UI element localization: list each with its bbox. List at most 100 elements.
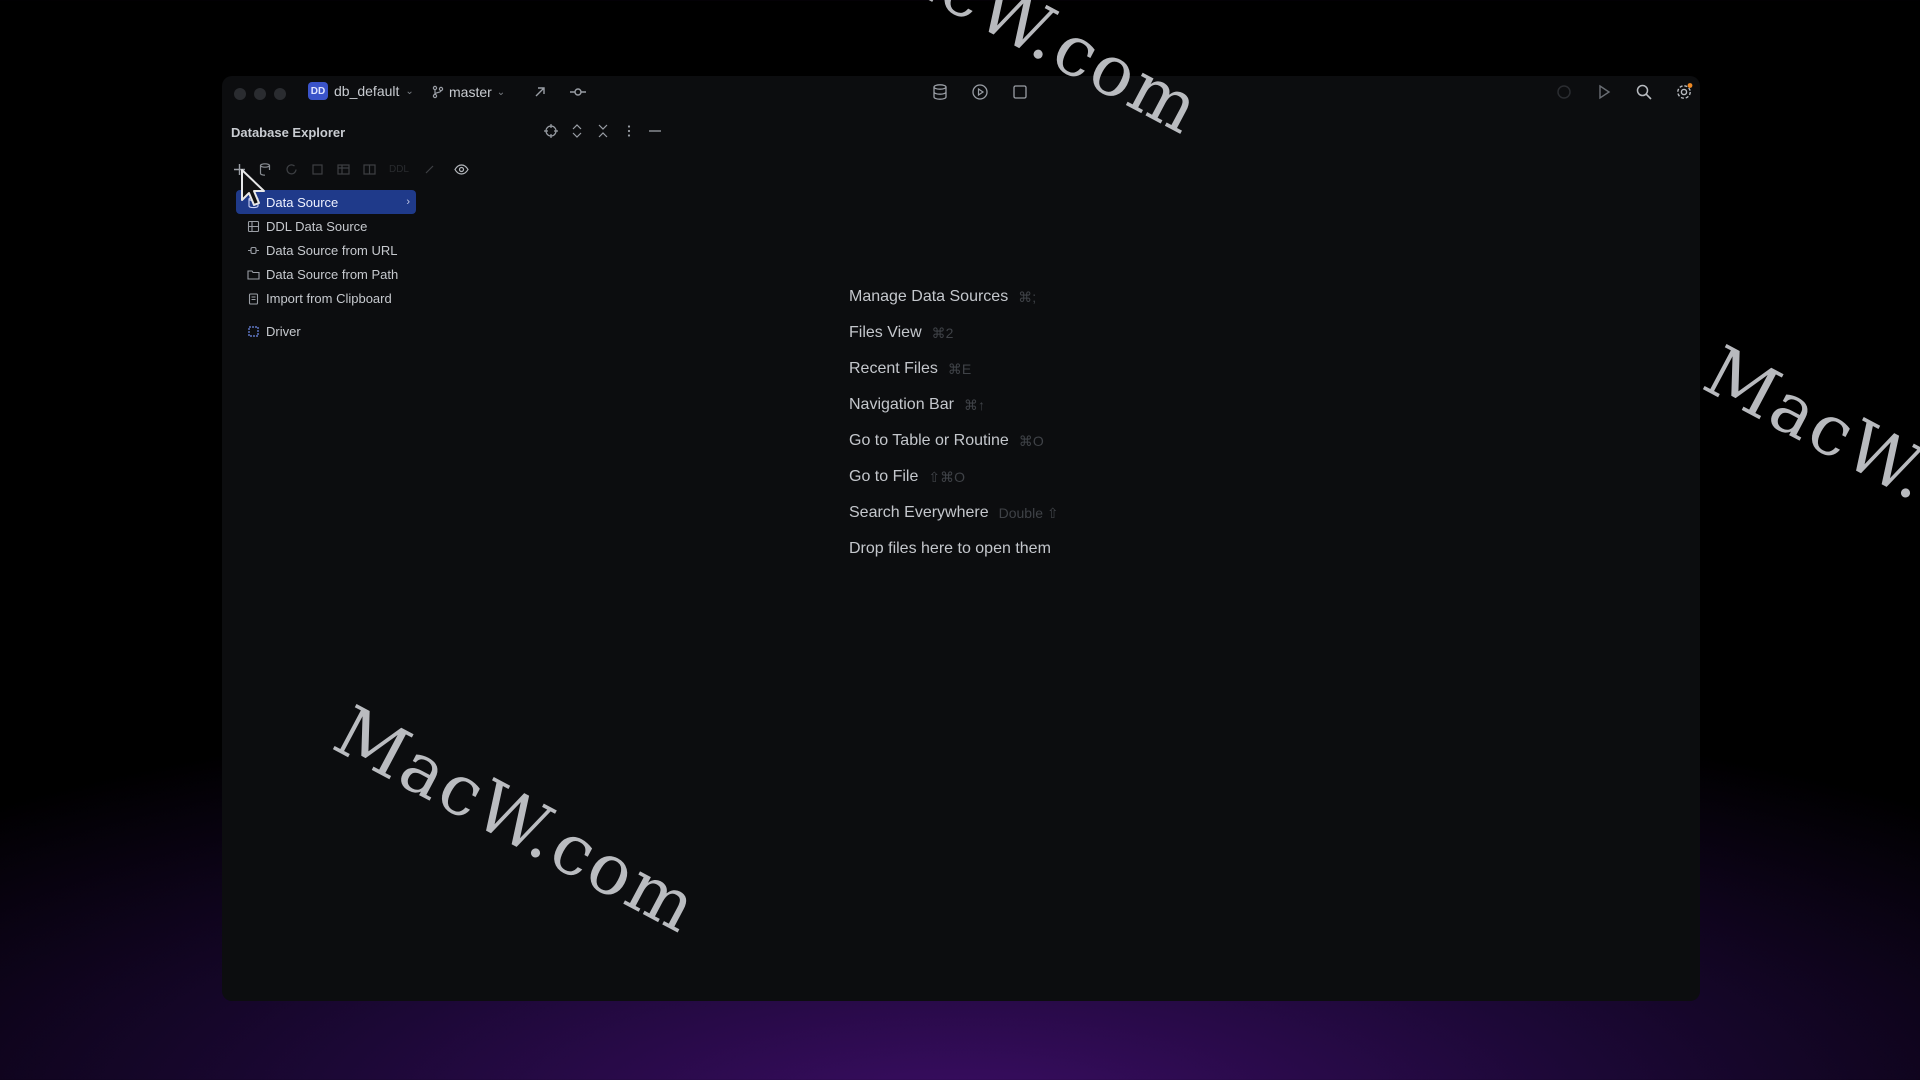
hint-label: Manage Data Sources — [849, 288, 1009, 305]
hint-label: Search Everywhere — [849, 504, 989, 521]
mouse-pointer-icon — [241, 169, 265, 206]
database-tool-button[interactable] — [928, 80, 952, 104]
square-icon — [1013, 85, 1027, 99]
vcs-branch-selector[interactable]: master ⌄ — [432, 82, 505, 102]
refresh-button[interactable] — [280, 158, 302, 180]
menu-item-label: Import from Clipboard — [266, 290, 392, 306]
hint-search-everywhere: Search Everywhere Double ⇧ — [849, 495, 1059, 531]
hint-go-to-table: Go to Table or Routine ⌘O — [849, 423, 1059, 459]
table-editor-button[interactable] — [332, 158, 354, 180]
project-badge: DD — [308, 82, 328, 100]
git-branch-icon — [432, 85, 444, 99]
hint-shortcut: ⌘E — [947, 360, 972, 377]
hint-shortcut: ⌘2 — [931, 324, 954, 341]
settings-button[interactable] — [1672, 80, 1696, 104]
hint-files-view: Files View ⌘2 — [849, 315, 1059, 351]
hint-navigation-bar: Navigation Bar ⌘↑ — [849, 387, 1059, 423]
play-icon — [1599, 84, 1611, 100]
hint-label: Drop files here to open them — [849, 540, 1051, 557]
window-controls — [234, 88, 286, 100]
terminal-button[interactable] — [1008, 80, 1032, 104]
expand-icon — [572, 124, 582, 138]
menu-item-label: Data Source from URL — [266, 242, 398, 258]
driver-icon — [246, 324, 260, 338]
hint-manage-data-sources: Manage Data Sources ⌘; — [849, 279, 1059, 315]
hint-go-to-file: Go to File ⇧⌘O — [849, 459, 1059, 495]
chevron-down-icon: ⌄ — [405, 85, 414, 97]
ide-window: DD db_default ⌄ master ⌄ Database Explor… — [222, 76, 1700, 1001]
menu-item-ddl-data-source[interactable]: DDL Data Source — [236, 214, 416, 238]
commit-button[interactable] — [566, 80, 590, 104]
view-options-button[interactable] — [450, 158, 472, 180]
watermark: MacW.c — [1691, 330, 1920, 537]
minimize-icon — [649, 130, 661, 132]
jump-button[interactable] — [418, 158, 440, 180]
menu-item-data-source-from-url[interactable]: Data Source from URL — [236, 238, 416, 262]
gear-icon — [1677, 83, 1693, 99]
menu-item-driver[interactable]: Driver — [236, 319, 416, 343]
progress-indicator — [1552, 80, 1576, 104]
hint-shortcut: ⌘; — [1018, 288, 1037, 305]
run-button[interactable] — [1592, 80, 1616, 104]
close-window-button[interactable] — [234, 88, 246, 100]
expand-all-button[interactable] — [566, 120, 588, 142]
url-icon — [246, 243, 260, 257]
new-popup-menu: Data Source › DDL Data Source Data Sourc… — [236, 190, 416, 343]
branch-name: master — [449, 84, 492, 100]
hint-recent-files: Recent Files ⌘E — [849, 351, 1059, 387]
play-circle-icon — [972, 84, 988, 100]
panel-toolbar — [540, 120, 666, 142]
collapse-icon — [598, 124, 608, 138]
hint-shortcut: Double ⇧ — [998, 504, 1059, 521]
hint-drop-files: Drop files here to open them — [849, 531, 1059, 567]
hide-panel-button[interactable] — [644, 120, 666, 142]
hint-shortcut: ⌘O — [1018, 432, 1044, 449]
empty-editor-hints: Manage Data Sources ⌘; Files View ⌘2 Recen… — [849, 279, 1059, 567]
panel-title: Database Explorer — [231, 125, 346, 140]
stop-button[interactable] — [306, 158, 328, 180]
title-bar: DD db_default ⌄ master ⌄ — [222, 76, 1700, 108]
chevron-right-icon: › — [406, 196, 410, 208]
grid-icon — [362, 163, 376, 175]
clipboard-icon — [246, 291, 260, 305]
table-icon — [336, 163, 350, 175]
chevron-down-icon: ⌄ — [496, 86, 506, 98]
folder-icon — [246, 267, 260, 281]
zoom-window-button[interactable] — [274, 88, 286, 100]
menu-item-label: Data Source — [266, 194, 339, 210]
ddl-icon — [246, 219, 260, 233]
minimize-window-button[interactable] — [254, 88, 266, 100]
arrow-up-right-icon — [535, 87, 545, 97]
commit-icon — [570, 88, 586, 96]
search-everywhere-button[interactable] — [1632, 80, 1656, 104]
services-button[interactable] — [968, 80, 992, 104]
notification-dot — [1687, 83, 1693, 88]
crosshair-icon — [544, 124, 558, 138]
project-selector[interactable]: DD db_default ⌄ — [308, 82, 414, 100]
menu-item-label: Data Source from Path — [266, 266, 399, 282]
refresh-icon — [285, 163, 297, 174]
database-icon — [933, 84, 947, 100]
hint-label: Go to File — [849, 468, 919, 485]
arrow-diagonal-icon — [425, 165, 433, 173]
hint-label: Navigation Bar — [849, 396, 954, 413]
project-name: db_default — [334, 83, 400, 99]
locate-button[interactable] — [540, 120, 562, 142]
menu-item-data-source-from-path[interactable]: Data Source from Path — [236, 262, 416, 286]
options-button[interactable] — [618, 120, 640, 142]
hint-label: Files View — [849, 324, 922, 341]
menu-item-label: DDL Data Source — [266, 218, 368, 234]
menu-item-label: Driver — [266, 323, 301, 339]
more-vertical-icon — [627, 125, 631, 137]
eye-icon — [453, 163, 469, 175]
stop-icon — [311, 163, 323, 175]
ddl-button[interactable]: DDL — [384, 158, 414, 180]
push-button[interactable] — [528, 80, 552, 104]
hint-label: Recent Files — [849, 360, 938, 377]
collapse-all-button[interactable] — [592, 120, 614, 142]
hint-shortcut: ⌘↑ — [963, 396, 985, 413]
menu-item-import-from-clipboard[interactable]: Import from Clipboard — [236, 286, 416, 310]
grid-button[interactable] — [358, 158, 380, 180]
search-icon — [1636, 84, 1652, 100]
hint-shortcut: ⇧⌘O — [928, 468, 965, 485]
